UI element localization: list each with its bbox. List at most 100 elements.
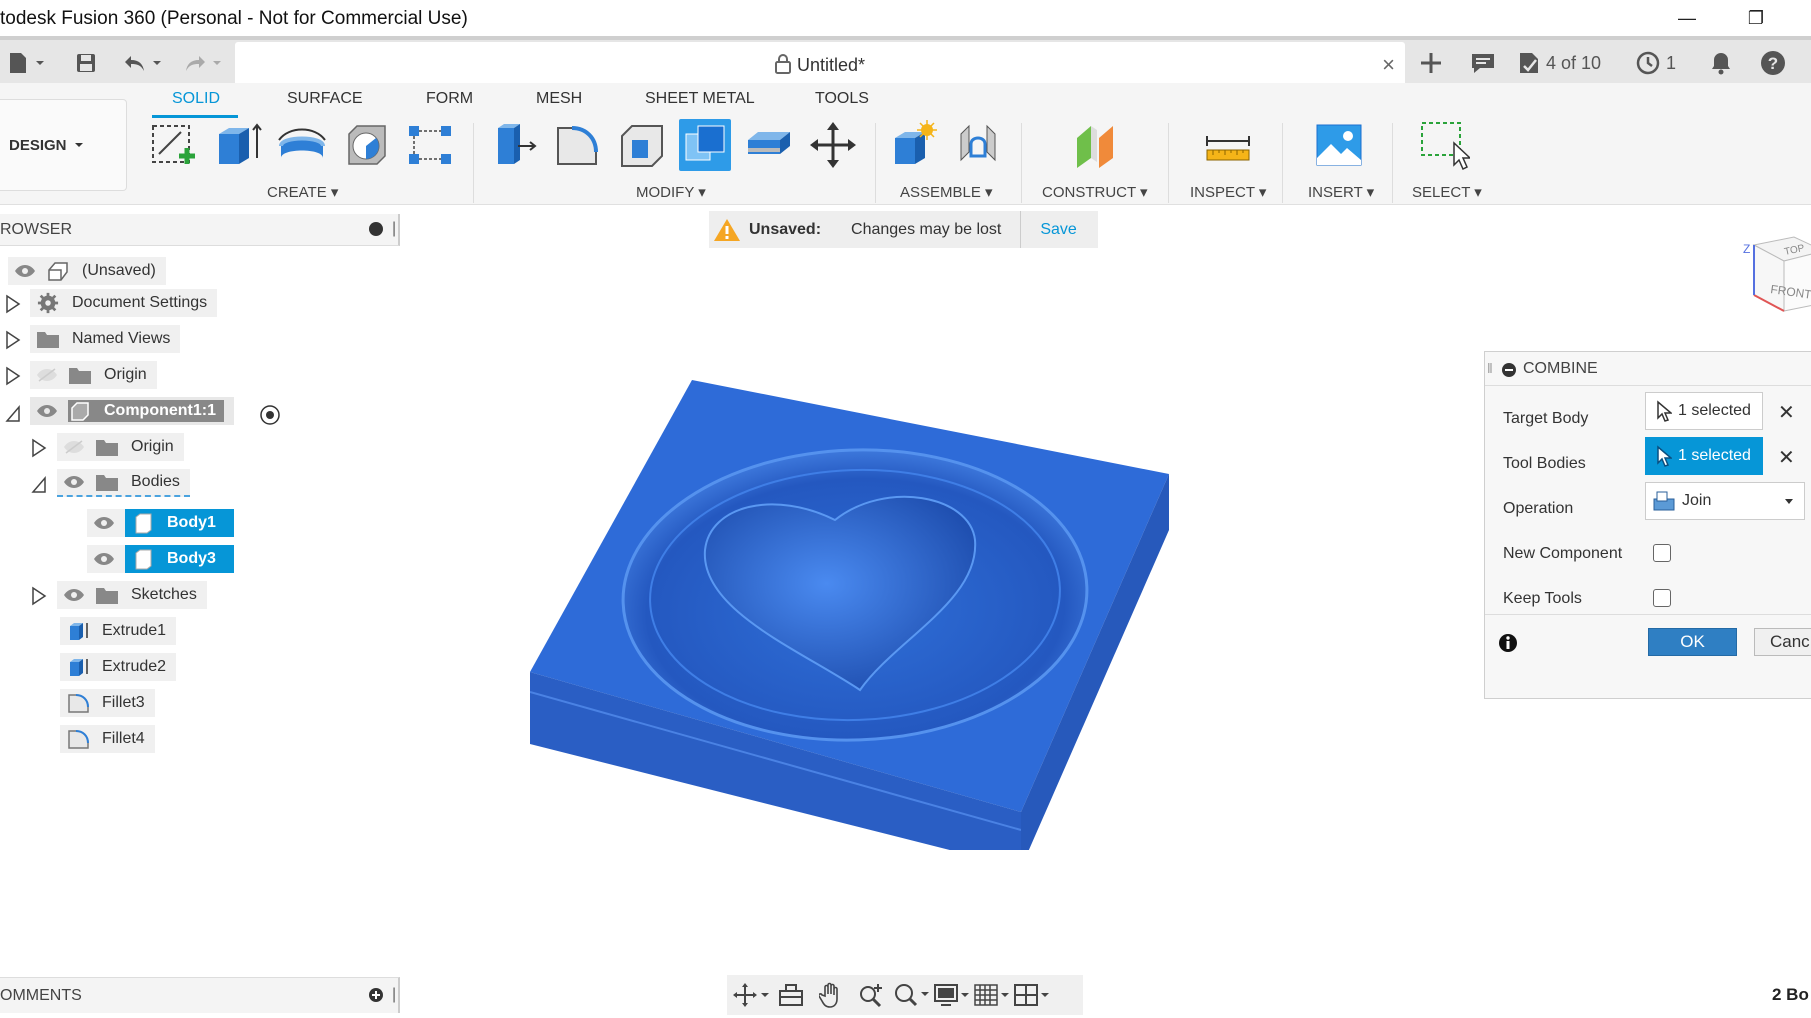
new-tab-button[interactable] bbox=[1418, 48, 1444, 78]
eye-icon[interactable] bbox=[36, 404, 58, 418]
eye-icon[interactable] bbox=[14, 264, 36, 278]
shell-button[interactable] bbox=[340, 119, 392, 171]
insert-canvas-button[interactable] bbox=[1313, 119, 1365, 171]
select-button[interactable] bbox=[1418, 119, 1470, 171]
ok-button[interactable]: OK bbox=[1648, 628, 1737, 656]
collapse-arrow-icon[interactable] bbox=[5, 403, 21, 423]
viewports-button[interactable] bbox=[1011, 980, 1051, 1010]
tree-node-extrude1[interactable]: Extrude1 bbox=[60, 617, 177, 645]
minimize-button[interactable]: — bbox=[1664, 4, 1710, 32]
tree-node-component-origin[interactable]: Origin bbox=[57, 433, 184, 461]
tab-tools[interactable]: TOOLS bbox=[815, 90, 869, 108]
construct-group-label[interactable]: CONSTRUCT ▾ bbox=[1042, 183, 1148, 201]
tree-node-named-views[interactable]: Named Views bbox=[30, 325, 181, 353]
extrude-button[interactable] bbox=[212, 119, 264, 171]
collapse-icon[interactable] bbox=[369, 222, 383, 236]
fillet-button[interactable] bbox=[551, 119, 603, 171]
chamfer-button[interactable] bbox=[615, 119, 667, 171]
clear-target-icon[interactable]: ✕ bbox=[1778, 400, 1795, 425]
orbit-button[interactable] bbox=[731, 980, 771, 1010]
press-pull-button[interactable] bbox=[487, 119, 539, 171]
notifications-button[interactable] bbox=[1710, 48, 1732, 78]
measure-button[interactable] bbox=[1202, 119, 1254, 171]
pan-button[interactable] bbox=[811, 980, 851, 1010]
expand-arrow-icon[interactable] bbox=[31, 586, 47, 606]
comments-toggle-button[interactable] bbox=[1470, 48, 1496, 78]
activate-component-icon[interactable] bbox=[259, 404, 281, 426]
inspect-group-label[interactable]: INSPECT ▾ bbox=[1190, 183, 1266, 201]
zoom-button[interactable] bbox=[851, 980, 891, 1010]
add-comment-icon[interactable] bbox=[369, 988, 383, 1002]
look-at-button[interactable] bbox=[771, 980, 811, 1010]
close-tab-icon[interactable]: × bbox=[1382, 52, 1395, 78]
eye-icon[interactable] bbox=[63, 475, 85, 489]
move-copy-button[interactable] bbox=[807, 119, 859, 171]
tab-form[interactable]: FORM bbox=[426, 90, 473, 108]
history-button[interactable]: 1 bbox=[1636, 48, 1676, 78]
joint-button[interactable] bbox=[952, 119, 1004, 171]
offset-face-button[interactable] bbox=[743, 119, 795, 171]
document-tab[interactable]: Untitled* × bbox=[235, 42, 1405, 87]
dialog-header[interactable]: ‖ COMBINE bbox=[1485, 352, 1811, 386]
rectangular-pattern-button[interactable] bbox=[404, 119, 456, 171]
tree-node-sketches[interactable]: Sketches bbox=[57, 581, 207, 609]
tab-surface[interactable]: SURFACE bbox=[287, 90, 363, 108]
info-icon[interactable] bbox=[1498, 633, 1518, 653]
operation-select[interactable]: Join bbox=[1645, 482, 1805, 520]
restore-button[interactable]: ❐ bbox=[1733, 4, 1779, 32]
tree-node-root[interactable]: (Unsaved) bbox=[8, 257, 166, 285]
select-group-label[interactable]: SELECT ▾ bbox=[1412, 183, 1482, 201]
new-component-checkbox[interactable] bbox=[1653, 544, 1671, 562]
collapse-arrow-icon[interactable] bbox=[31, 474, 47, 494]
target-body-selector[interactable]: 1 selected bbox=[1645, 392, 1763, 430]
tree-node-fillet4[interactable]: Fillet4 bbox=[60, 725, 155, 753]
job-status-button[interactable]: 4 of 10 bbox=[1518, 48, 1601, 78]
tree-node-body1[interactable]: Body1 bbox=[87, 509, 234, 537]
create-group-label[interactable]: CREATE ▾ bbox=[267, 183, 338, 201]
model-viewport[interactable] bbox=[530, 380, 1180, 850]
revolve-button[interactable] bbox=[276, 119, 328, 171]
tree-node-component[interactable]: Component1:1 bbox=[30, 397, 234, 425]
help-button[interactable]: ? bbox=[1760, 48, 1786, 78]
tree-node-bodies[interactable]: Bodies bbox=[57, 469, 190, 497]
assemble-group-label[interactable]: ASSEMBLE ▾ bbox=[900, 183, 993, 201]
redo-button[interactable] bbox=[183, 48, 223, 78]
eye-icon[interactable] bbox=[93, 552, 115, 566]
expand-arrow-icon[interactable] bbox=[5, 294, 21, 314]
new-component-button[interactable] bbox=[888, 119, 940, 171]
cancel-button[interactable]: Canc bbox=[1754, 628, 1811, 656]
tree-node-origin[interactable]: Origin bbox=[30, 361, 157, 389]
eye-icon[interactable] bbox=[63, 588, 85, 602]
tab-mesh[interactable]: MESH bbox=[536, 90, 582, 108]
expand-arrow-icon[interactable] bbox=[5, 330, 21, 350]
clear-tools-icon[interactable]: ✕ bbox=[1778, 445, 1795, 470]
fit-button[interactable] bbox=[891, 980, 931, 1010]
tab-sheet-metal[interactable]: SHEET METAL bbox=[645, 90, 755, 108]
modify-group-label[interactable]: MODIFY ▾ bbox=[636, 183, 706, 201]
offset-plane-button[interactable] bbox=[1070, 119, 1122, 171]
expand-arrow-icon[interactable] bbox=[31, 438, 47, 458]
eye-icon[interactable] bbox=[93, 516, 115, 530]
tree-node-body3[interactable]: Body3 bbox=[87, 545, 234, 573]
display-settings-button[interactable] bbox=[931, 980, 971, 1010]
workspace-switcher[interactable]: DESIGN bbox=[0, 99, 127, 191]
panel-grip-icon[interactable]: | bbox=[392, 986, 396, 1004]
tree-node-document-settings[interactable]: Document Settings bbox=[30, 289, 218, 317]
eye-hidden-icon[interactable] bbox=[36, 368, 58, 382]
tab-solid[interactable]: SOLID bbox=[172, 90, 220, 108]
keep-tools-checkbox[interactable] bbox=[1653, 589, 1671, 607]
undo-button[interactable] bbox=[123, 48, 163, 78]
expand-arrow-icon[interactable] bbox=[5, 366, 21, 386]
save-link[interactable]: Save bbox=[1040, 221, 1076, 239]
viewcube[interactable]: TOP FRONT Z bbox=[1740, 235, 1811, 325]
eye-hidden-icon[interactable] bbox=[63, 440, 85, 454]
insert-group-label[interactable]: INSERT ▾ bbox=[1308, 183, 1374, 201]
file-menu-button[interactable] bbox=[8, 48, 46, 78]
tree-node-fillet3[interactable]: Fillet3 bbox=[60, 689, 155, 717]
dialog-collapse-icon[interactable] bbox=[1502, 363, 1516, 377]
panel-grip-icon[interactable]: | bbox=[392, 220, 396, 238]
tree-node-extrude2[interactable]: Extrude2 bbox=[60, 653, 177, 681]
dialog-grip-icon[interactable]: ‖ bbox=[1487, 360, 1493, 376]
save-quick-button[interactable] bbox=[75, 48, 97, 78]
tool-bodies-selector[interactable]: 1 selected bbox=[1645, 437, 1763, 475]
